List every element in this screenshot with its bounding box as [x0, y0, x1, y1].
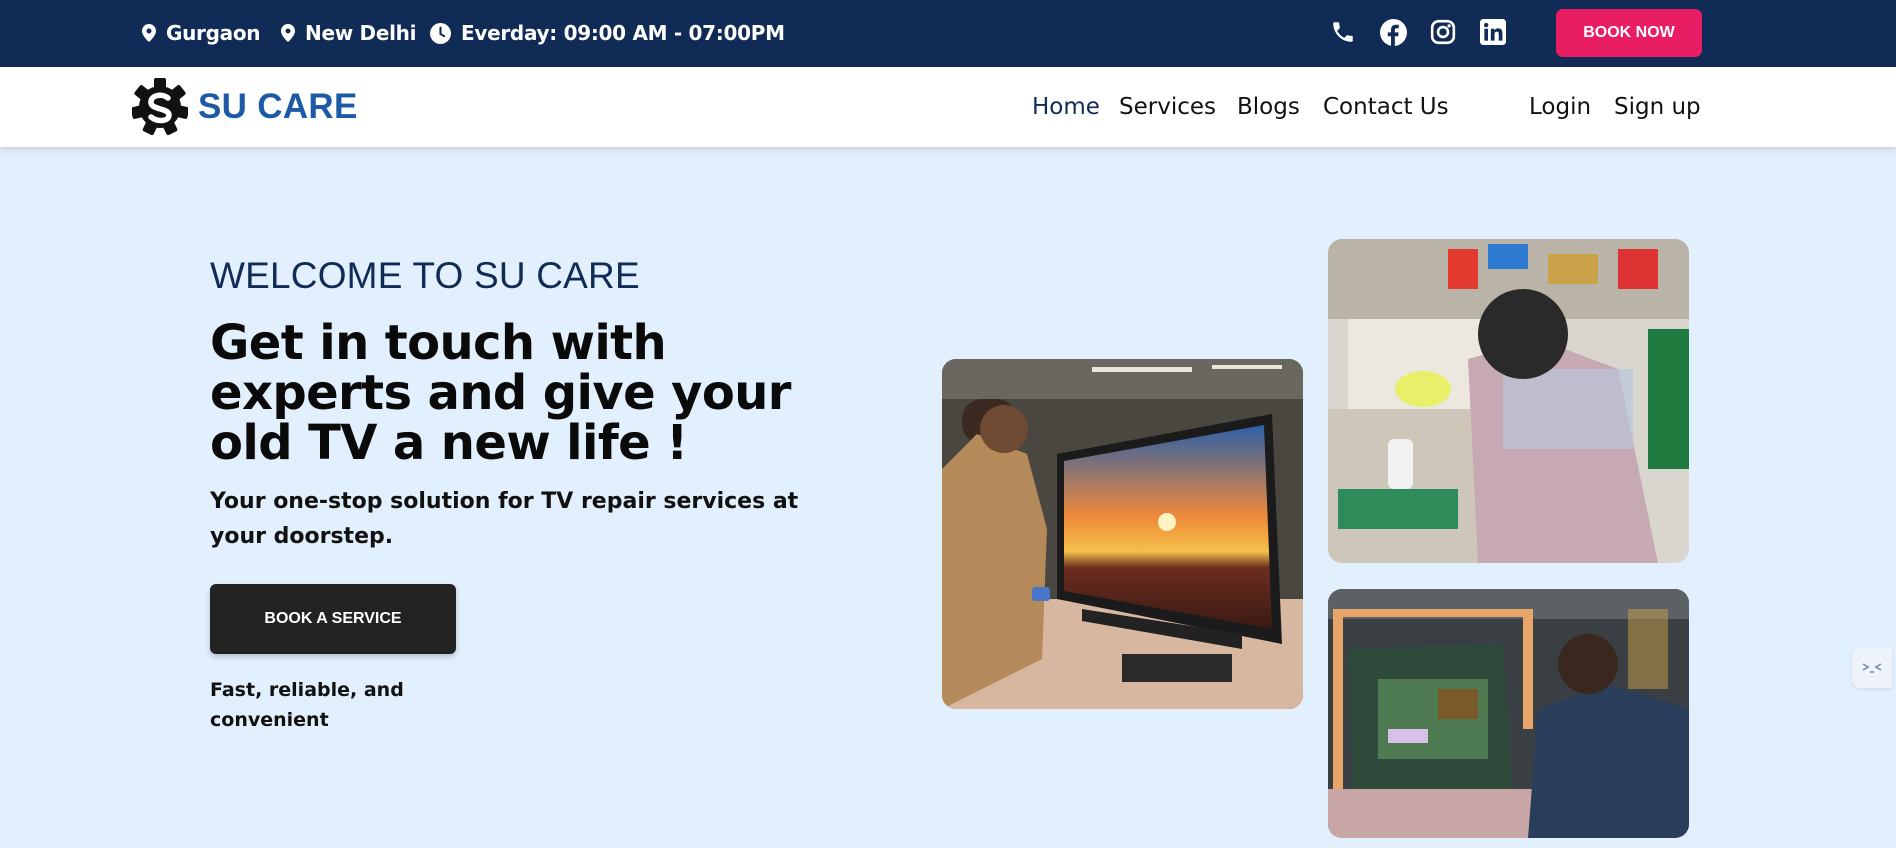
book-now-button[interactable]: BOOK NOW	[1556, 9, 1702, 57]
top-info-bar: Gurgaon New Delhi Everday: 09:00 AM - 07…	[0, 0, 1896, 67]
location-label: Gurgaon	[166, 21, 261, 45]
main-header: SU CARE Home Services Blogs Contact Us L…	[0, 67, 1896, 147]
phone-icon[interactable]	[1328, 17, 1358, 47]
location-label: New Delhi	[305, 21, 417, 45]
instagram-icon[interactable]	[1428, 17, 1458, 47]
technician-tv-image	[942, 359, 1303, 709]
technician-circuit-board-image	[1328, 589, 1689, 838]
map-pin-icon	[142, 24, 156, 42]
nav-services[interactable]: Services	[1119, 91, 1216, 123]
facebook-icon[interactable]	[1378, 17, 1408, 47]
login-link[interactable]: Login	[1529, 91, 1591, 123]
map-pin-icon	[281, 24, 295, 42]
brand-logo[interactable]: SU CARE	[132, 76, 372, 138]
hero-subtitle: Your one-stop solution for TV repair ser…	[210, 489, 799, 549]
gear-logo-icon	[132, 78, 188, 136]
linkedin-icon[interactable]	[1478, 17, 1508, 47]
chat-face-icon	[1862, 663, 1882, 673]
book-service-button[interactable]: BOOK A SERVICE	[210, 584, 456, 654]
nav-contact-us[interactable]: Contact Us	[1323, 91, 1449, 123]
business-hours: Everday: 09:00 AM - 07:00PM	[430, 20, 785, 46]
nav-blogs[interactable]: Blogs	[1237, 91, 1300, 123]
clock-icon	[430, 22, 451, 44]
signup-link[interactable]: Sign up	[1614, 91, 1701, 123]
location-gurgaon: Gurgaon	[142, 20, 261, 46]
hero-tagline: Fast, reliable, and convenient	[210, 679, 404, 731]
brand-name: SU CARE	[198, 87, 358, 126]
hero-title: Get in touch with experts and give your …	[210, 315, 791, 471]
hero-kicker: WELCOME TO SU CARE	[210, 255, 640, 296]
hours-label: Everday: 09:00 AM - 07:00PM	[461, 21, 785, 45]
nav-home[interactable]: Home	[1032, 91, 1100, 123]
location-new-delhi: New Delhi	[281, 20, 416, 46]
chat-widget-button[interactable]	[1852, 648, 1892, 688]
technician-soldering-image	[1328, 239, 1689, 563]
